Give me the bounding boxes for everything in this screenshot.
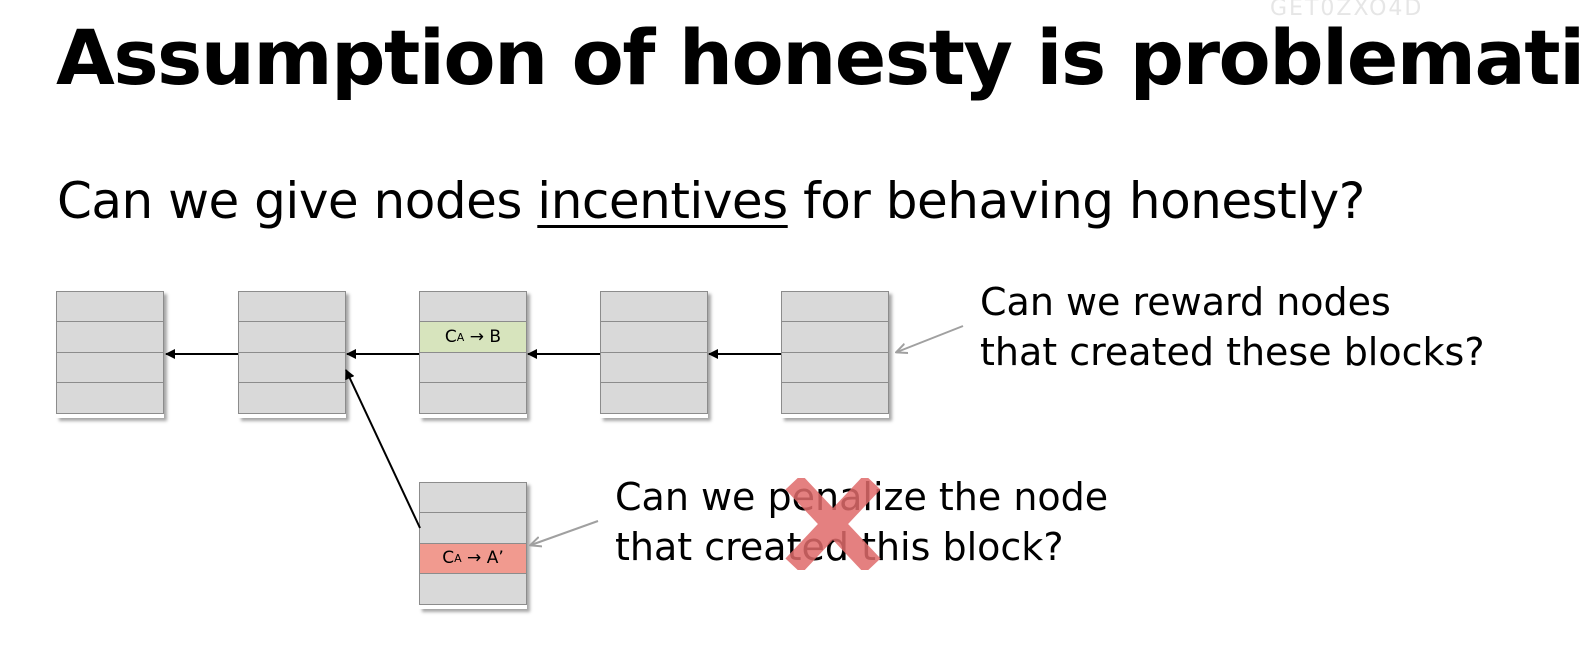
red-x-icon xyxy=(785,478,881,570)
question-reward-line-1: Can we reward nodes xyxy=(980,280,1391,324)
callout-arrow-penalize xyxy=(531,520,599,545)
fork-pointer-arrow xyxy=(345,369,421,529)
callout-arrow-reward xyxy=(897,325,964,352)
question-reward: Can we reward nodes that created these b… xyxy=(980,277,1484,377)
question-reward-line-2: that created these blocks? xyxy=(980,330,1485,374)
